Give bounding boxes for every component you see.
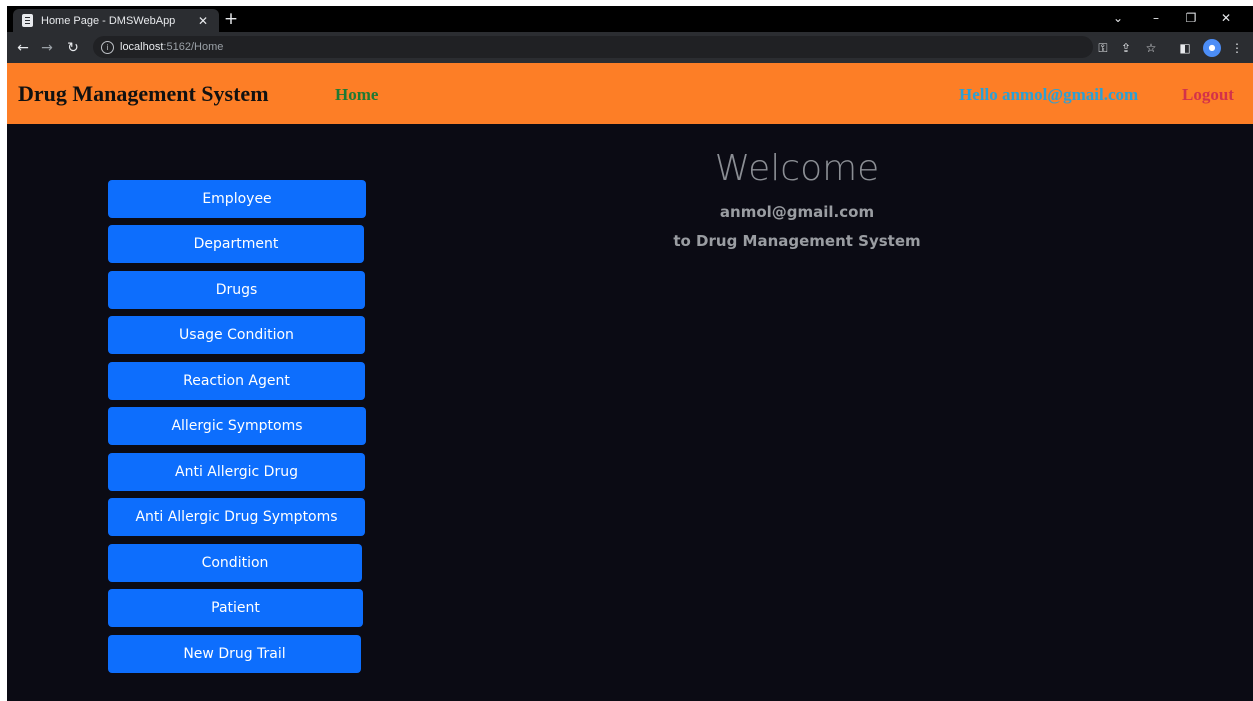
condition-button[interactable]: Condition — [108, 544, 362, 582]
share-icon[interactable]: ⇪ — [1116, 38, 1136, 58]
side-panel-icon[interactable]: ◧ — [1175, 38, 1195, 58]
reaction-agent-button[interactable]: Reaction Agent — [108, 362, 365, 400]
browser-toolbar: ← → ↻ i localhost :5162/Home ⚿ ⇪ ☆ ◧ ● ⋮ — [7, 32, 1253, 63]
address-bar[interactable]: i localhost :5162/Home — [93, 36, 1093, 58]
tab-search-chevron-icon[interactable]: ⌄ — [1107, 8, 1129, 28]
anti-allergic-drug-button[interactable]: Anti Allergic Drug — [108, 453, 365, 491]
forward-arrow-icon[interactable]: → — [37, 38, 57, 58]
page-favicon-icon — [22, 14, 33, 27]
drugs-button[interactable]: Drugs — [108, 271, 365, 309]
nav-home-link[interactable]: Home — [335, 85, 378, 105]
usage-condition-button[interactable]: Usage Condition — [108, 316, 365, 354]
menu-kebab-icon[interactable]: ⋮ — [1227, 38, 1247, 58]
logout-link[interactable]: Logout — [1182, 85, 1234, 105]
minimize-icon[interactable]: – — [1145, 8, 1167, 28]
welcome-subtitle: to Drug Management System — [673, 232, 921, 250]
anti-allergic-drug-symptoms-button[interactable]: Anti Allergic Drug Symptoms — [108, 498, 365, 536]
close-window-icon[interactable]: ✕ — [1215, 8, 1237, 28]
tab-title: Home Page - DMSWebApp — [41, 14, 176, 27]
browser-window: Home Page - DMSWebApp ✕ + ⌄ – ❐ ✕ ← → ↻ … — [7, 6, 1253, 701]
reload-icon[interactable]: ↻ — [63, 38, 83, 58]
brand-title[interactable]: Drug Management System — [18, 81, 269, 107]
key-icon[interactable]: ⚿ — [1093, 38, 1113, 58]
new-tab-plus-icon[interactable]: + — [221, 9, 241, 29]
url-host: localhost — [120, 41, 164, 53]
bookmark-star-icon[interactable]: ☆ — [1141, 38, 1161, 58]
browser-tab[interactable]: Home Page - DMSWebApp ✕ — [13, 9, 219, 32]
allergic-symptoms-button[interactable]: Allergic Symptoms — [108, 407, 366, 445]
user-greeting-link[interactable]: Hello anmol@gmail.com — [959, 85, 1138, 105]
department-button[interactable]: Department — [108, 225, 364, 263]
profile-avatar-icon[interactable]: ● — [1203, 39, 1221, 57]
site-info-icon[interactable]: i — [101, 40, 114, 54]
tab-strip: Home Page - DMSWebApp ✕ + ⌄ – ❐ ✕ — [7, 6, 1253, 32]
app-navbar: Drug Management System Home Hello anmol@… — [7, 63, 1253, 124]
patient-button[interactable]: Patient — [108, 589, 363, 627]
new-drug-trail-button[interactable]: New Drug Trail — [108, 635, 361, 673]
welcome-heading: Welcome — [714, 148, 880, 189]
back-arrow-icon[interactable]: ← — [13, 38, 33, 58]
welcome-user-email: anmol@gmail.com — [719, 203, 875, 221]
restore-icon[interactable]: ❐ — [1180, 8, 1202, 28]
url-path: :5162/Home — [163, 41, 224, 53]
tab-close-icon[interactable]: ✕ — [195, 14, 211, 28]
employee-button[interactable]: Employee — [108, 180, 366, 218]
